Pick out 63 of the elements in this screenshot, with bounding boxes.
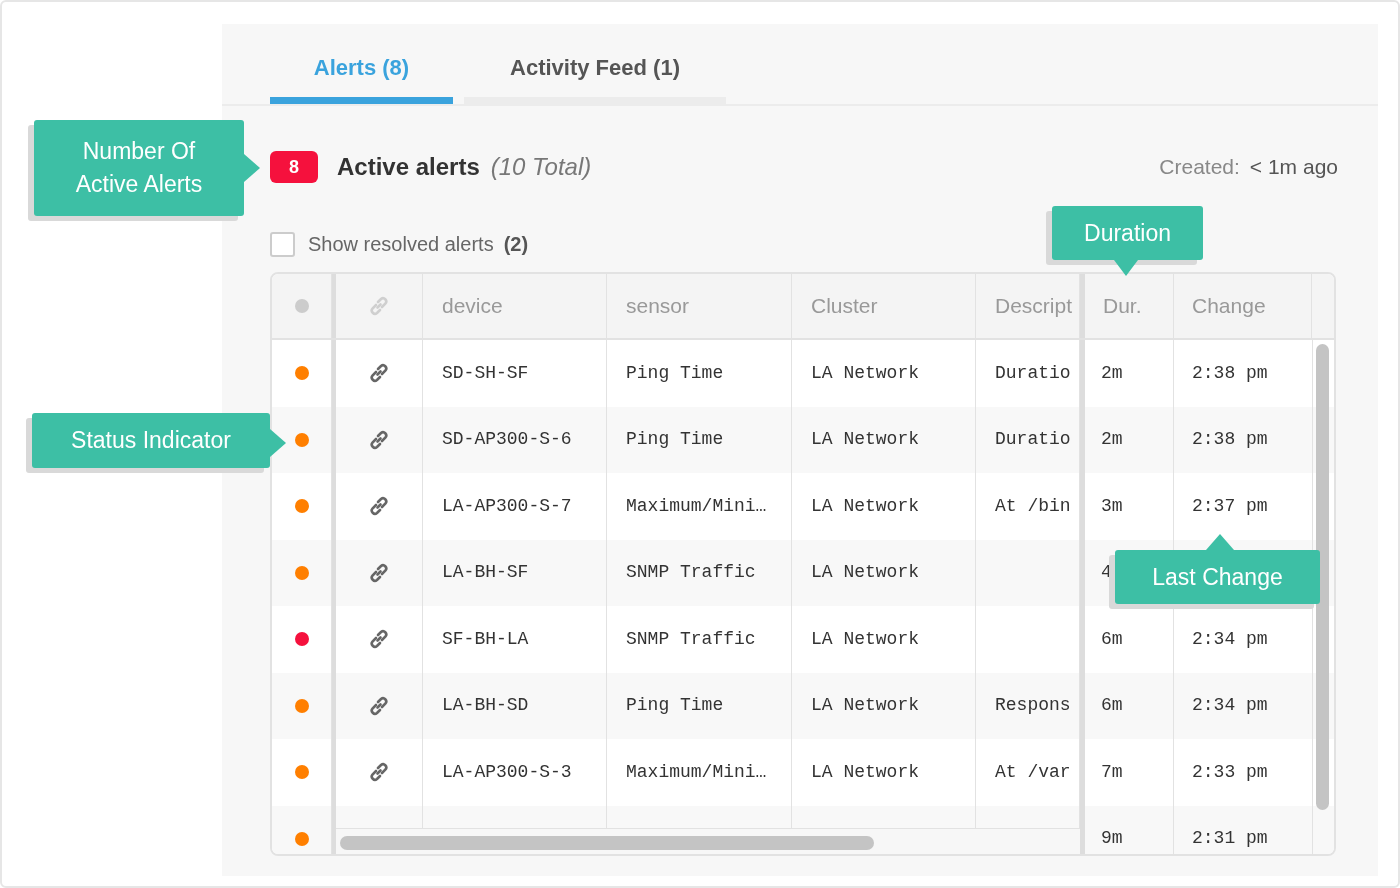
table-cell-text: LA Network <box>811 561 920 585</box>
table-cell-text: 3m <box>1101 494 1123 518</box>
column-header[interactable]: Change <box>1192 290 1266 322</box>
table-cell-text: 2:38 pm <box>1192 361 1268 385</box>
vertical-scrollbar[interactable] <box>1316 344 1329 810</box>
callout-pointer <box>270 429 286 457</box>
table-cell-text: 2m <box>1101 428 1123 452</box>
column-header[interactable]: device <box>442 290 503 322</box>
callout-pointer <box>1206 534 1234 550</box>
table-cell-text: Ping Time <box>626 694 724 718</box>
table-cell-text: Respons <box>995 694 1071 718</box>
table-cell-text: 7m <box>1101 760 1123 784</box>
table-cell-text: SD-AP300-S-6 <box>442 428 572 452</box>
tab[interactable]: Activity Feed (1) <box>464 51 726 104</box>
table-cell-text: LA-BH-SD <box>442 694 529 718</box>
table-cell-text: 9m <box>1101 827 1123 851</box>
table-cell-text: Maximum/Mini… <box>626 760 767 784</box>
resolved-count: (2) <box>503 232 529 257</box>
table-cell-text: 2:31 pm <box>1192 827 1268 851</box>
table-cell-text: 2:38 pm <box>1192 428 1268 452</box>
section-title: Active alerts <box>337 152 480 182</box>
table-cell-text: SNMP Traffic <box>626 561 756 585</box>
table-cell-text: At /var <box>995 760 1071 784</box>
table-cell-text: 2:34 pm <box>1192 694 1268 718</box>
table-cell-text: LA Network <box>811 428 920 452</box>
table-cell-text: LA Network <box>811 760 920 784</box>
column-header[interactable]: Dur. <box>1103 290 1142 322</box>
callout-pointer <box>244 154 260 182</box>
checkbox-label: Show resolved alerts <box>308 232 494 257</box>
count-badge: 8 <box>270 151 318 183</box>
total-count: (10 Total) <box>490 152 592 182</box>
table-cell-text: LA-AP300-S-7 <box>442 494 572 518</box>
checkbox[interactable] <box>270 231 295 257</box>
table-cell-text: LA Network <box>811 627 920 651</box>
table-cell-text: 2:37 pm <box>1192 494 1268 518</box>
created-time: < 1m ago <box>1249 154 1338 181</box>
table-cell-text: Duratio <box>995 428 1071 452</box>
table-cell-text: 2m <box>1101 361 1123 385</box>
table-cell-text: At /bin <box>995 494 1071 518</box>
table-cell-text: SF-BH-LA <box>442 627 529 651</box>
table-cell-text: 2:33 pm <box>1192 760 1268 784</box>
column-header[interactable]: Descript <box>995 290 1073 322</box>
table-cell-text: SNMP Traffic <box>626 627 756 651</box>
table-cell-text: Ping Time <box>626 361 724 385</box>
status-header-icon <box>294 299 309 313</box>
horizontal-scrollbar[interactable] <box>340 836 874 850</box>
table-cell-text: LA-BH-SF <box>442 561 529 585</box>
column-header[interactable]: sensor <box>626 290 690 322</box>
created-label: Created: <box>1159 154 1240 181</box>
tab[interactable]: Alerts (8) <box>270 51 453 104</box>
table-cell-text: Duratio <box>995 361 1071 385</box>
table-cell-text: LA Network <box>811 694 920 718</box>
table-cell-text: 2:34 pm <box>1192 627 1268 651</box>
table-cell-text: 6m <box>1101 627 1123 651</box>
table-cell-text: SD-SH-SF <box>442 361 529 385</box>
table-cell-text: Ping Time <box>626 428 724 452</box>
table-cell-text: LA Network <box>811 494 920 518</box>
table-cell-text: Maximum/Mini… <box>626 494 767 518</box>
column-header[interactable]: Cluster <box>811 290 878 322</box>
table-cell-text: LA Network <box>811 361 920 385</box>
table-cell-text: LA-AP300-S-3 <box>442 760 572 784</box>
callout-pointer <box>1114 260 1138 276</box>
table-cell-text: 6m <box>1101 694 1123 718</box>
